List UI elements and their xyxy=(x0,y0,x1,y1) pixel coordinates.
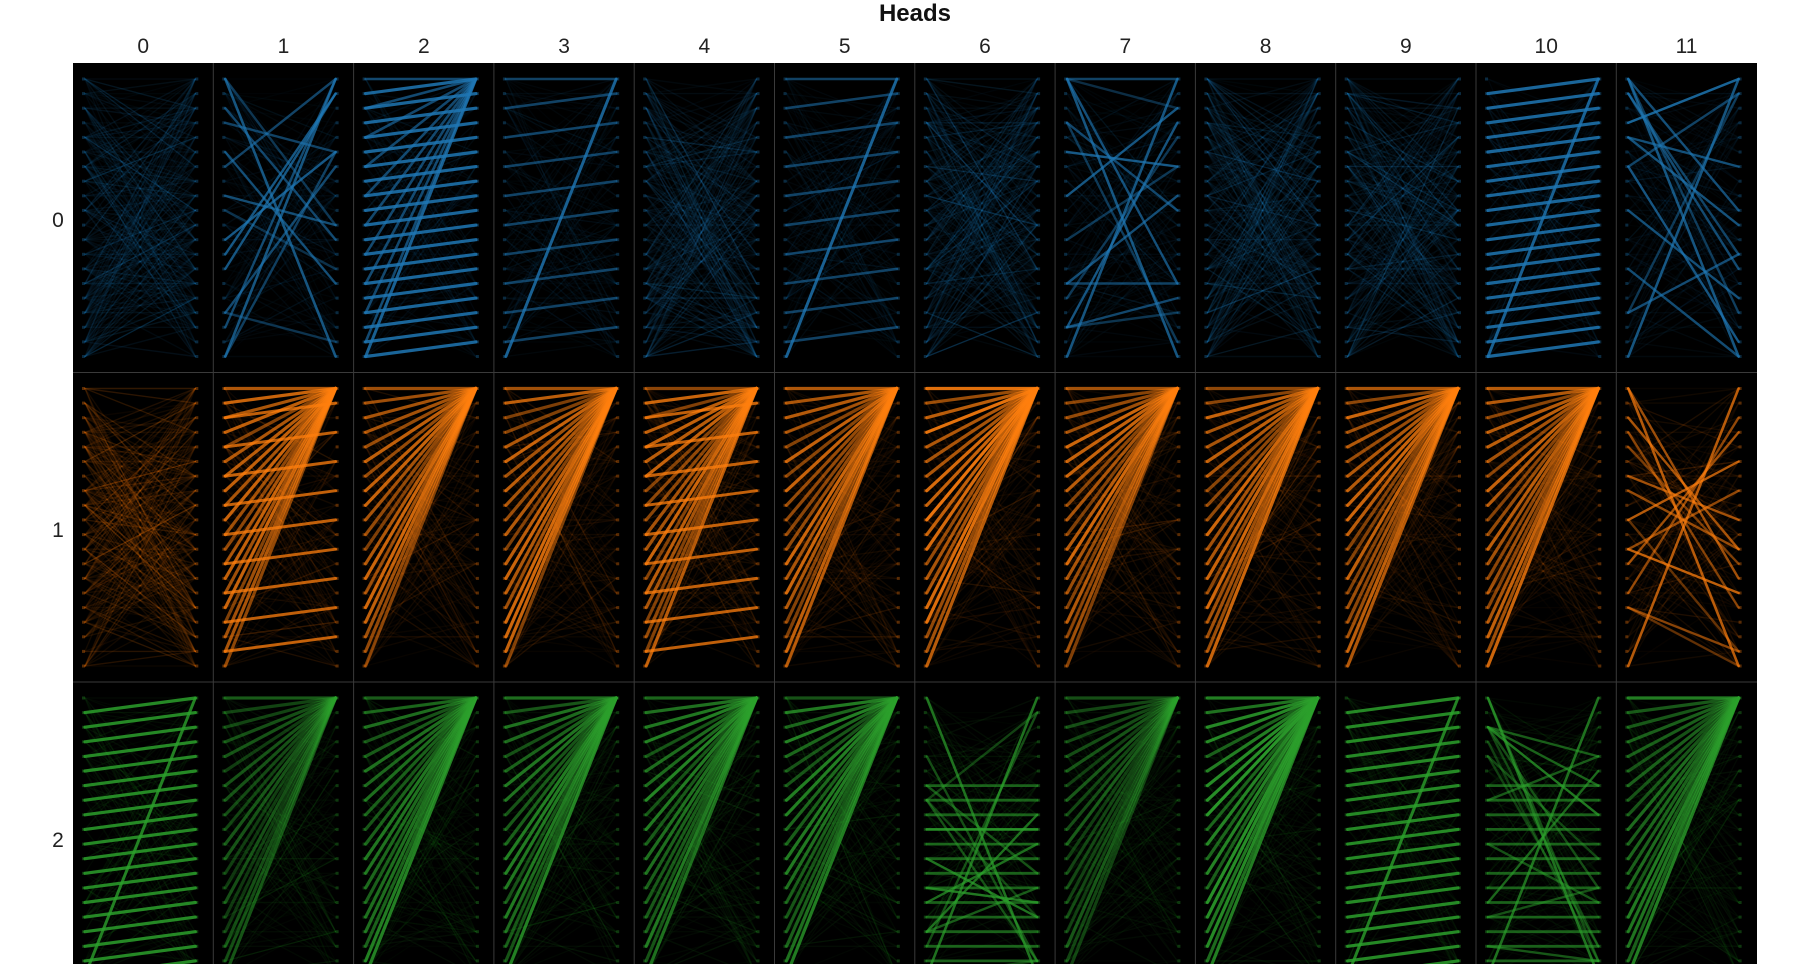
head-label-9: 9 xyxy=(1400,35,1412,58)
head-label-8: 8 xyxy=(1260,35,1272,58)
layer-label-1: 1 xyxy=(52,519,64,542)
figure-title: Heads xyxy=(879,0,951,27)
head-label-11: 11 xyxy=(1676,35,1698,58)
head-label-3: 3 xyxy=(558,35,570,58)
layer-label-2: 2 xyxy=(52,829,64,852)
head-label-0: 0 xyxy=(137,35,149,58)
head-label-4: 4 xyxy=(699,35,711,58)
layer-row-labels: 0 1 2 xyxy=(52,209,64,852)
head-label-10: 10 xyxy=(1535,35,1558,58)
head-label-1: 1 xyxy=(278,35,290,58)
head-label-6: 6 xyxy=(979,35,991,58)
head-label-7: 7 xyxy=(1119,35,1131,58)
head-column-labels: 0 1 2 3 4 5 6 7 8 9 10 11 xyxy=(137,35,1697,58)
attention-grid-figure: Heads 0 1 2 3 4 5 6 7 8 9 10 11 0 1 2 xyxy=(52,0,1757,964)
head-label-5: 5 xyxy=(839,35,851,58)
head-label-2: 2 xyxy=(418,35,430,58)
layer-label-0: 0 xyxy=(52,209,64,232)
